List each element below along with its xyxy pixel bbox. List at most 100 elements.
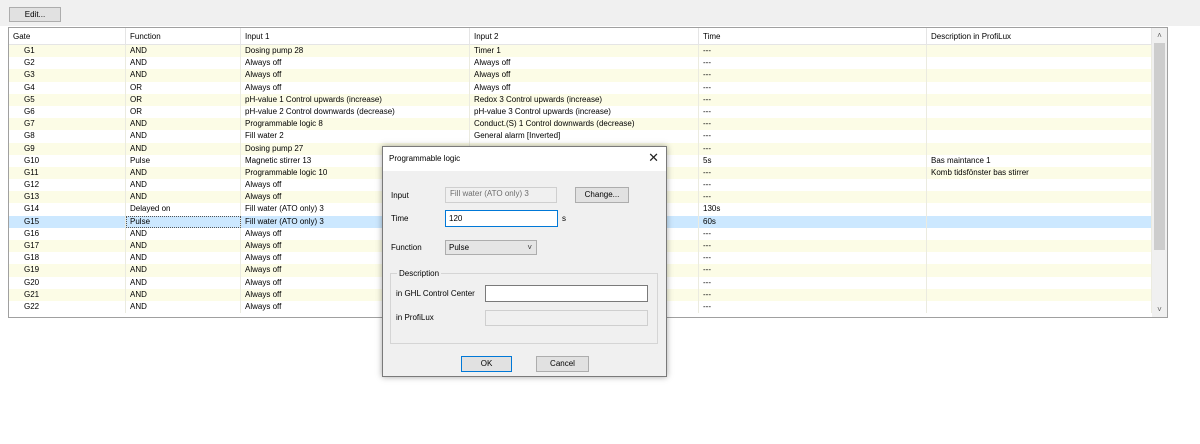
scrollbar-thumb[interactable] xyxy=(1154,43,1165,250)
description-cell[interactable] xyxy=(927,264,1152,277)
description-cell[interactable] xyxy=(927,118,1152,131)
column-header-description[interactable]: Description in ProfiLux xyxy=(927,28,1152,45)
function-cell[interactable]: AND xyxy=(126,179,241,192)
function-cell[interactable]: Delayed on xyxy=(126,203,241,216)
gate-cell[interactable]: G3 xyxy=(9,69,126,82)
time-input[interactable]: 120 xyxy=(445,210,558,227)
time-cell[interactable]: --- xyxy=(699,118,927,131)
gate-cell[interactable]: G2 xyxy=(9,57,126,70)
function-cell[interactable]: AND xyxy=(126,264,241,277)
ghl-description-input[interactable] xyxy=(485,285,648,302)
description-cell[interactable] xyxy=(927,240,1152,253)
time-cell[interactable]: --- xyxy=(699,191,927,204)
function-cell[interactable]: AND xyxy=(126,142,241,155)
description-cell[interactable] xyxy=(927,130,1152,143)
input-2-cell[interactable]: Always off xyxy=(470,81,699,94)
description-cell[interactable] xyxy=(927,252,1152,265)
gate-cell[interactable]: G5 xyxy=(9,93,126,106)
function-cell[interactable]: AND xyxy=(126,300,241,314)
time-cell[interactable]: --- xyxy=(699,240,927,253)
function-cell[interactable]: AND xyxy=(126,288,241,301)
time-cell[interactable]: --- xyxy=(699,130,927,143)
gate-cell[interactable]: G7 xyxy=(9,118,126,131)
description-cell[interactable] xyxy=(927,81,1152,94)
gate-cell[interactable]: G12 xyxy=(9,179,126,192)
chevron-up-icon[interactable]: ˄ xyxy=(1152,28,1167,43)
time-cell[interactable]: --- xyxy=(699,300,927,314)
function-cell[interactable]: AND xyxy=(126,166,241,180)
table-row[interactable]: G2 AND Always off Always off --- xyxy=(9,57,1152,70)
description-cell[interactable] xyxy=(927,227,1152,240)
column-header-function[interactable]: Function xyxy=(126,28,241,45)
function-cell[interactable]: AND xyxy=(126,118,241,131)
description-cell[interactable] xyxy=(927,93,1152,106)
time-cell[interactable]: --- xyxy=(699,179,927,192)
table-row[interactable]: G7 AND Programmable logic 8 Conduct.(S) 1 C… xyxy=(9,118,1152,131)
description-cell[interactable]: Komb tidsfönster bas stirrer xyxy=(927,166,1152,180)
gate-cell[interactable]: G19 xyxy=(9,264,126,277)
gate-cell[interactable]: G21 xyxy=(9,288,126,301)
input-2-cell[interactable]: Conduct.(S) 1 Control downwards (decreas… xyxy=(470,118,699,131)
time-cell[interactable]: --- xyxy=(699,288,927,301)
function-cell[interactable]: AND xyxy=(126,252,241,265)
time-cell[interactable]: --- xyxy=(699,142,927,155)
table-row[interactable]: G5 OR pH-value 1 Control upwards (increase… xyxy=(9,93,1152,106)
gate-cell[interactable]: G1 xyxy=(9,45,126,58)
description-cell[interactable] xyxy=(927,288,1152,301)
input-2-cell[interactable]: pH-value 3 Control upwards (increase) xyxy=(470,105,699,119)
description-cell[interactable] xyxy=(927,45,1152,58)
gate-cell[interactable]: G14 xyxy=(9,203,126,216)
description-cell[interactable] xyxy=(927,191,1152,204)
input-2-cell[interactable]: Always off xyxy=(470,57,699,70)
function-cell[interactable]: AND xyxy=(126,130,241,143)
gate-cell[interactable]: G11 xyxy=(9,166,126,180)
time-cell[interactable]: --- xyxy=(699,264,927,277)
time-cell[interactable]: 130s xyxy=(699,203,927,216)
description-cell[interactable] xyxy=(927,105,1152,119)
input-2-cell[interactable]: General alarm [Inverted] xyxy=(470,130,699,143)
gate-cell[interactable]: G15 xyxy=(9,215,126,228)
function-cell[interactable]: AND xyxy=(126,45,241,58)
input-1-cell[interactable]: Programmable logic 8 xyxy=(241,118,470,131)
function-cell[interactable]: AND xyxy=(126,240,241,253)
table-row[interactable]: G3 AND Always off Always off --- xyxy=(9,69,1152,82)
function-cell[interactable]: OR xyxy=(126,81,241,94)
function-cell[interactable]: AND xyxy=(126,276,241,289)
gate-cell[interactable]: G17 xyxy=(9,240,126,253)
time-cell[interactable]: --- xyxy=(699,227,927,240)
description-cell[interactable] xyxy=(927,276,1152,289)
input-1-cell[interactable]: Always off xyxy=(241,69,470,82)
gate-cell[interactable]: G6 xyxy=(9,105,126,119)
time-cell[interactable]: --- xyxy=(699,45,927,58)
column-header-gate[interactable]: Gate xyxy=(9,28,126,45)
time-cell[interactable]: 60s xyxy=(699,215,927,228)
gate-cell[interactable]: G22 xyxy=(9,300,126,314)
input-2-cell[interactable]: Always off xyxy=(470,69,699,82)
function-cell[interactable]: OR xyxy=(126,105,241,119)
time-cell[interactable]: 5s xyxy=(699,154,927,167)
gate-cell[interactable]: G8 xyxy=(9,130,126,143)
function-cell[interactable]: Pulse xyxy=(126,154,241,167)
input-1-cell[interactable]: Dosing pump 28 xyxy=(241,45,470,58)
function-cell[interactable]: OR xyxy=(126,93,241,106)
gate-cell[interactable]: G4 xyxy=(9,81,126,94)
input-1-cell[interactable]: Always off xyxy=(241,57,470,70)
input-1-cell[interactable]: Always off xyxy=(241,81,470,94)
time-cell[interactable]: --- xyxy=(699,276,927,289)
ok-button[interactable]: OK xyxy=(461,356,512,372)
edit-button[interactable]: Edit... xyxy=(9,7,61,22)
description-cell[interactable]: Bas maintance 1 xyxy=(927,154,1152,167)
gate-cell[interactable]: G13 xyxy=(9,191,126,204)
description-cell[interactable] xyxy=(927,57,1152,70)
table-row[interactable]: G6 OR pH-value 2 Control downwards (decrea… xyxy=(9,105,1152,119)
column-header-time[interactable]: Time xyxy=(699,28,927,45)
function-cell[interactable]: AND xyxy=(126,191,241,204)
table-row[interactable]: G1 AND Dosing pump 28 Timer 1 --- xyxy=(9,45,1152,58)
function-cell[interactable]: AND xyxy=(126,69,241,82)
description-cell[interactable] xyxy=(927,179,1152,192)
time-cell[interactable]: --- xyxy=(699,81,927,94)
close-icon[interactable]: ✕ xyxy=(648,151,659,165)
gate-cell[interactable]: G16 xyxy=(9,227,126,240)
column-header-input-1[interactable]: Input 1 xyxy=(241,28,470,45)
time-cell[interactable]: --- xyxy=(699,252,927,265)
